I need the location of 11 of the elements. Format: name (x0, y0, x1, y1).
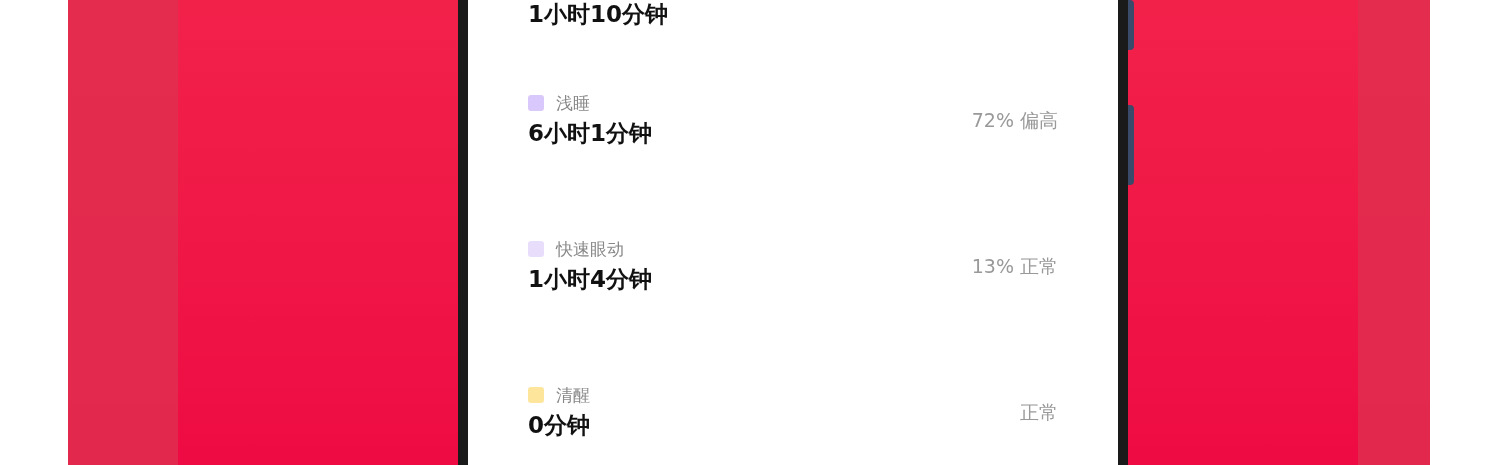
stage-duration: 1小时4分钟 (528, 265, 652, 294)
stage-duration: 6小时1分钟 (528, 119, 652, 148)
side-key (1128, 0, 1134, 50)
stage-note: 正常 (1020, 399, 1058, 425)
stage-note: 72% 偏高 (971, 107, 1058, 133)
stage-note: 13% 正常 (971, 253, 1058, 279)
stage-label: 清醒 (556, 384, 590, 406)
stage-label: 快速眼动 (556, 238, 624, 260)
stage-duration: 1小时10分钟 (528, 0, 669, 28)
stage-label: 浅睡 (556, 92, 590, 114)
stage-duration: 0分钟 (528, 411, 590, 440)
